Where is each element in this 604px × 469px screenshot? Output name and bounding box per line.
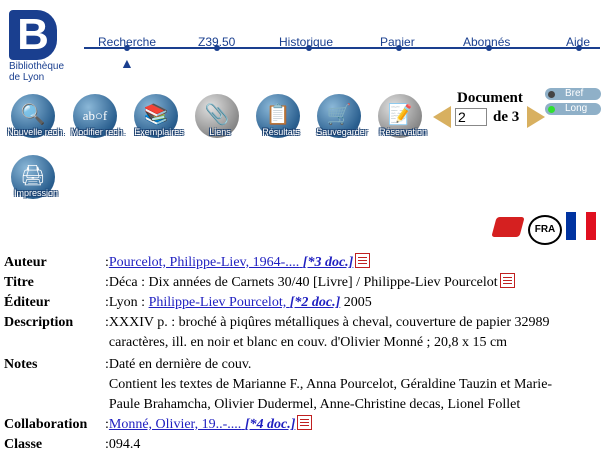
- nav-line: [84, 47, 600, 49]
- save-button[interactable]: 🛒 Sauvegarder: [312, 94, 372, 144]
- nav-dot: [214, 45, 220, 51]
- publisher-link[interactable]: Philippe-Liev Pourcelot, [*2 doc.]: [149, 295, 341, 310]
- author-link[interactable]: Pourcelot, Philippe-Liev, 1964-.... [*3 …: [109, 255, 353, 270]
- logo-line-1: Bibliothèque: [9, 61, 65, 72]
- current-page-arrow-icon: ▲: [120, 57, 134, 72]
- description-value: XXXIV p. : broché à piqûres métalliques …: [108, 315, 550, 350]
- brief-label: Bref: [565, 88, 584, 99]
- record-table: Auteur :Pourcelot, Philippe-Liev, 1964-.…: [4, 253, 575, 455]
- print-label: Impression: [13, 188, 58, 198]
- results-label: Résultats: [262, 127, 300, 137]
- document-total: de 3: [493, 109, 520, 125]
- new-search-button[interactable]: 🔍 Nouvelle rech.: [6, 94, 66, 144]
- publisher-year: 2005: [340, 295, 372, 310]
- publisher-place: Lyon :: [108, 295, 149, 310]
- record-row-publisher: Éditeur :Lyon : Philippe-Liev Pourcelot,…: [4, 293, 575, 313]
- title-label: Titre: [4, 275, 34, 290]
- nav-dot: [124, 45, 130, 51]
- class-label: Classe: [4, 437, 43, 452]
- document-title: Document: [457, 90, 523, 106]
- logo-letter: B: [9, 10, 57, 60]
- notes-label: Notes: [4, 357, 38, 372]
- new-search-label: Nouvelle rech.: [7, 127, 65, 137]
- nav-dot: [576, 45, 582, 51]
- notice-icon[interactable]: [499, 273, 515, 288]
- nav-dot: [306, 45, 312, 51]
- previous-document-icon[interactable]: [433, 106, 451, 128]
- led-off-icon: [548, 91, 555, 98]
- collaboration-label: Collaboration: [4, 417, 88, 432]
- publisher-label: Éditeur: [4, 295, 50, 310]
- nav-dot: [486, 45, 492, 51]
- record-row-description: Description : XXXIV p. : broché à piqûres…: [4, 313, 575, 353]
- title-value: Déca : Dix années de Carnets 30/40 [Livr…: [108, 275, 498, 290]
- author-label: Auteur: [4, 255, 47, 270]
- fra-language-button[interactable]: FRA: [528, 215, 562, 245]
- nav-dot: [396, 45, 402, 51]
- logo-text: Bibliothèque de Lyon: [9, 61, 64, 83]
- document-navigator: Document de 3: [433, 90, 545, 130]
- record-row-notes: Notes : Daté en dernière de couv. Contient…: [4, 353, 575, 415]
- description-label: Description: [4, 315, 74, 330]
- notice-icon[interactable]: [297, 415, 313, 430]
- record-row-title: Titre :Déca : Dix années de Carnets 30/4…: [4, 273, 575, 293]
- book-icon[interactable]: [491, 217, 525, 237]
- notice-icon[interactable]: [355, 253, 371, 268]
- logo-line-2: de Lyon: [9, 72, 45, 83]
- document-number-input[interactable]: [455, 108, 487, 126]
- led-on-icon: [548, 106, 555, 113]
- library-logo[interactable]: B Bibliothèque de Lyon: [6, 8, 76, 83]
- print-button[interactable]: 🖨 Impression: [6, 155, 66, 205]
- modify-search-label: Modifier rech.: [70, 127, 126, 137]
- french-flag-icon[interactable]: [566, 212, 596, 240]
- reservation-label: Réservation: [378, 127, 428, 137]
- next-document-icon[interactable]: [527, 106, 545, 128]
- record-row-collaboration: Collaboration :Monné, Olivier, 19..-....…: [4, 415, 575, 435]
- links-label: Liens: [209, 127, 231, 137]
- notes-line-2: Contient les textes de Marianne F., Anna…: [108, 377, 553, 412]
- brief-format-toggle[interactable]: Bref: [545, 88, 601, 100]
- reservation-button[interactable]: 📝 Réservation: [373, 94, 433, 144]
- record-row-class: Classe :094.4: [4, 435, 575, 455]
- copies-label: Exemplaires: [134, 127, 184, 137]
- modify-search-button[interactable]: ab○f Modifier rech.: [68, 94, 128, 144]
- links-button[interactable]: 📎 Liens: [190, 94, 250, 144]
- results-button[interactable]: 📋 Résultats: [251, 94, 311, 144]
- long-label: Long: [565, 103, 588, 114]
- notes-line-1: Daté en dernière de couv.: [108, 357, 252, 372]
- class-value: 094.4: [108, 437, 141, 452]
- save-label: Sauvegarder: [316, 127, 368, 137]
- record-row-author: Auteur :Pourcelot, Philippe-Liev, 1964-.…: [4, 253, 575, 273]
- long-format-toggle[interactable]: Long: [545, 103, 601, 115]
- copies-button[interactable]: 📚 Exemplaires: [129, 94, 189, 144]
- collaboration-link[interactable]: Monné, Olivier, 19..-.... [*4 doc.]: [109, 417, 295, 432]
